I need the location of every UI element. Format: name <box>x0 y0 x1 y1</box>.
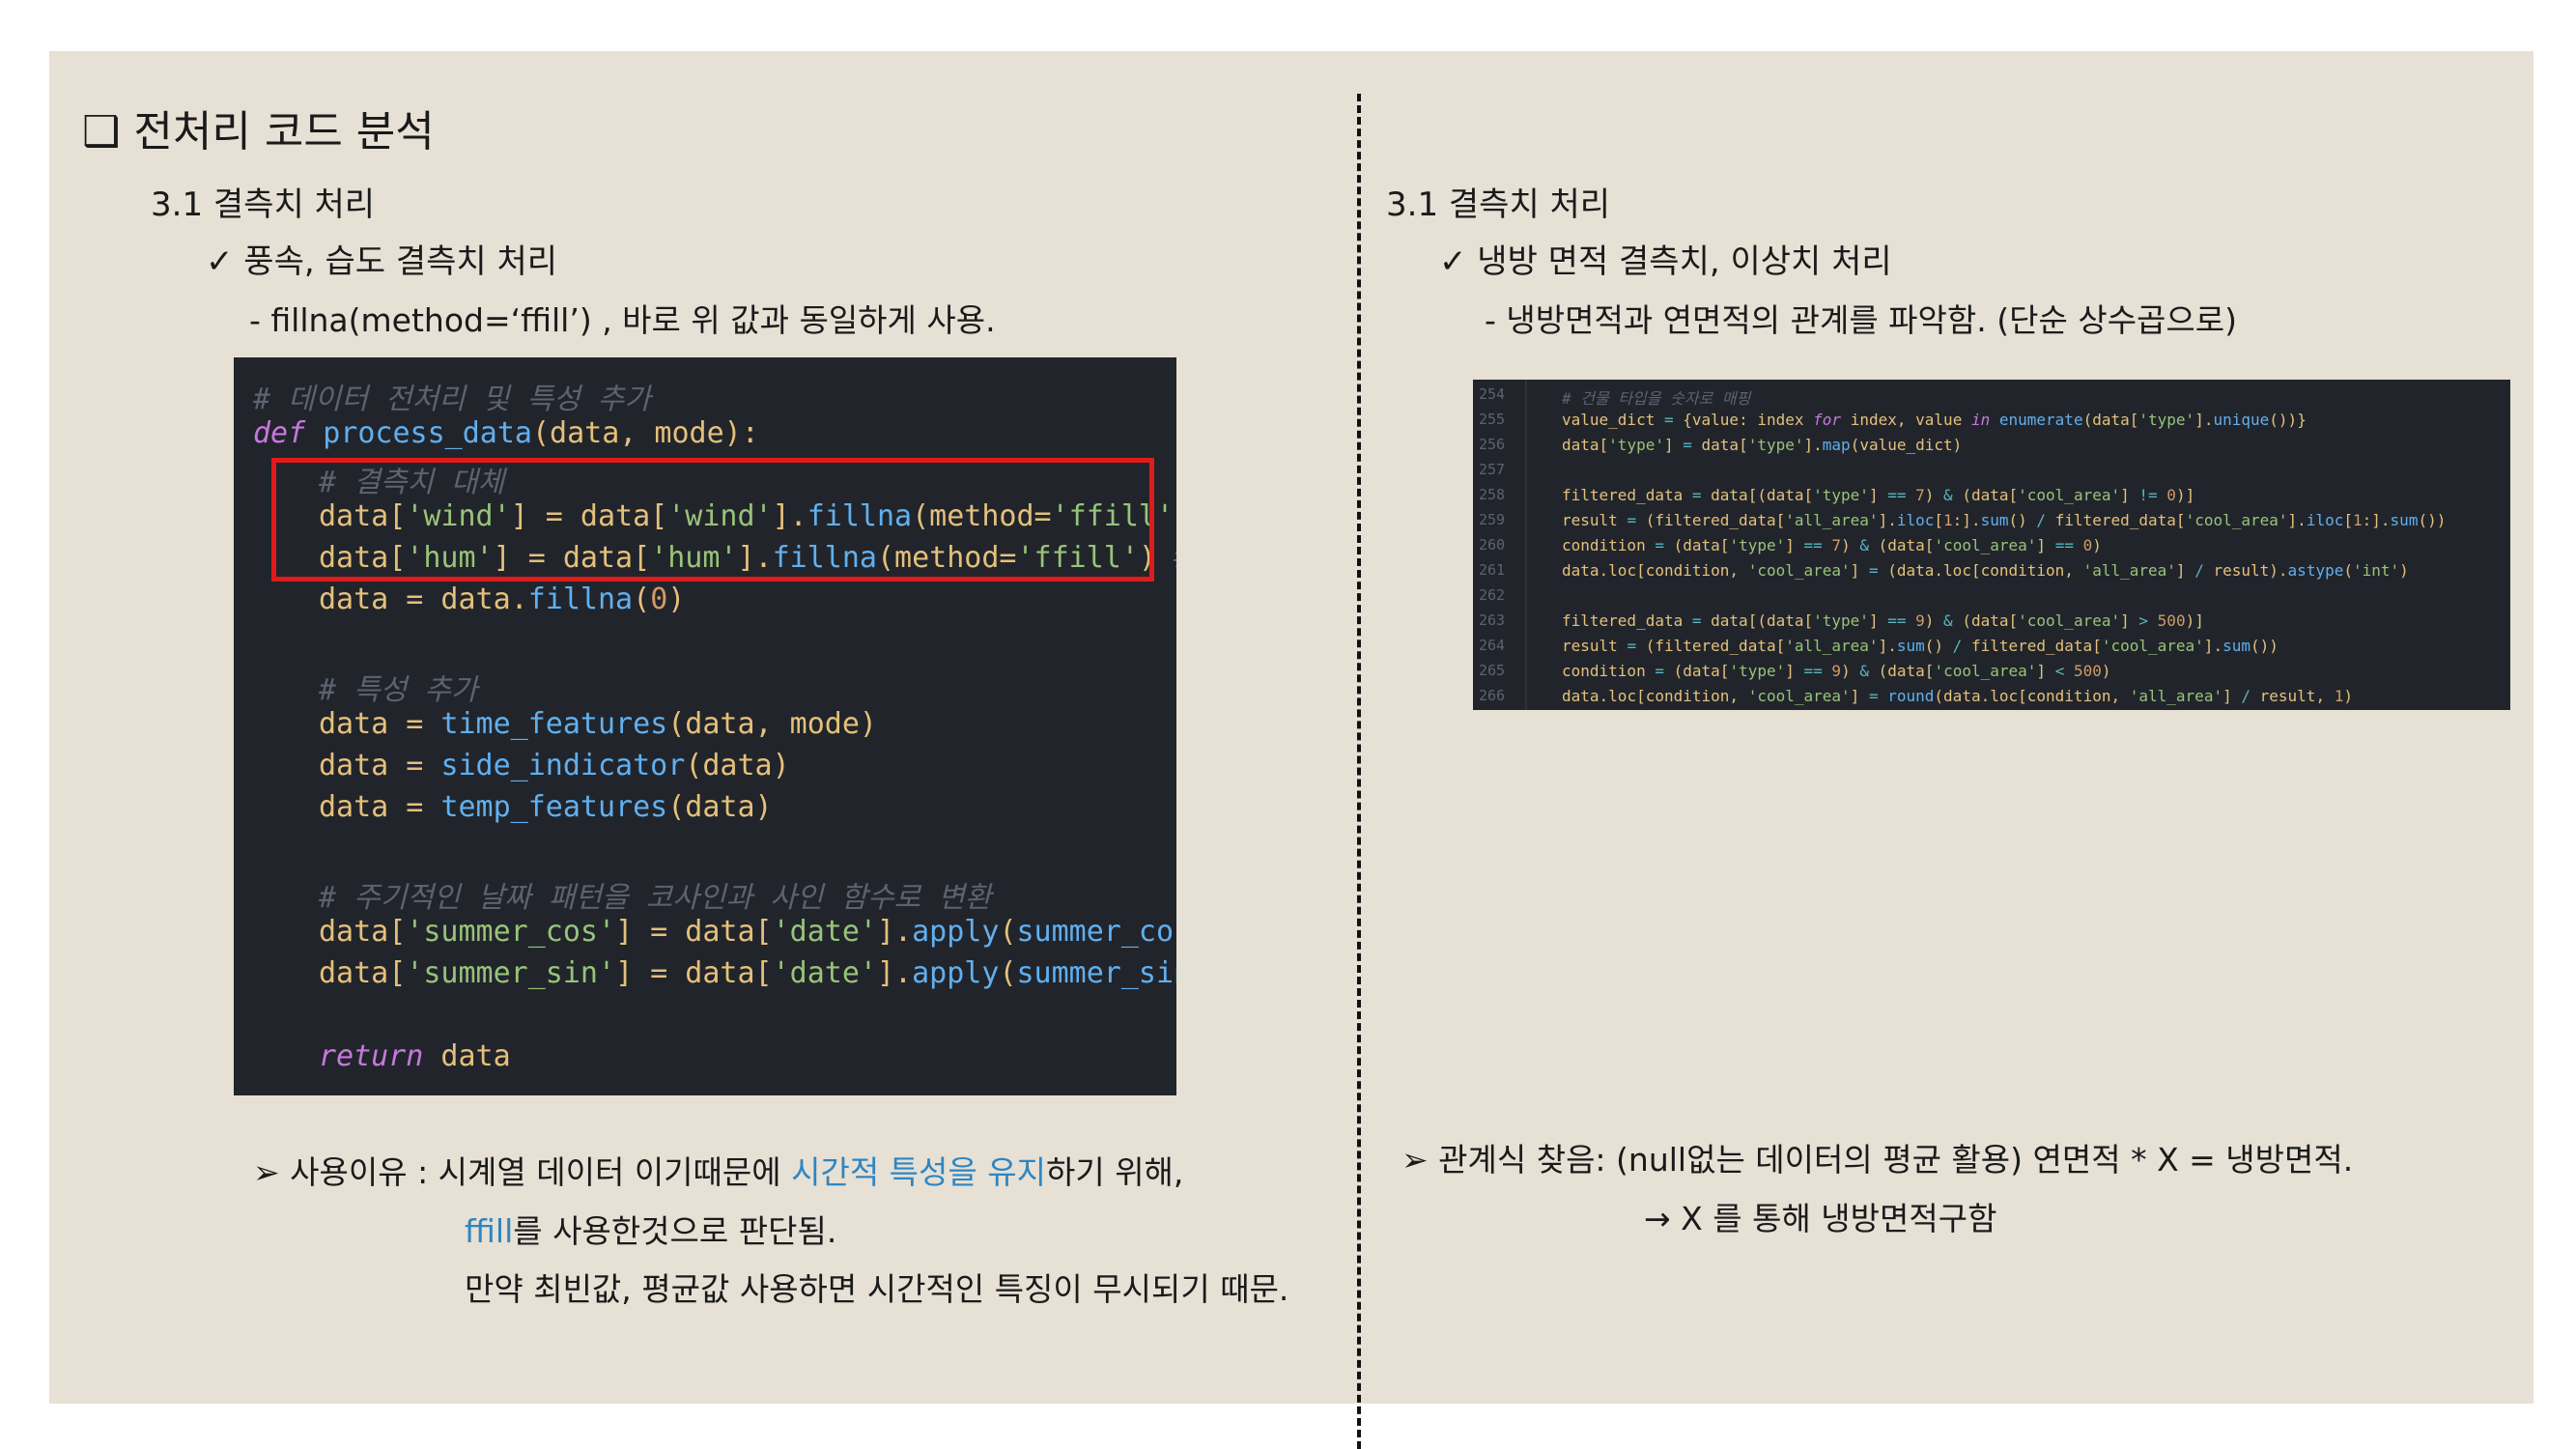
code-text: # 건물 타입을 숫자로 매핑 <box>1562 389 1751 408</box>
left-section-heading: 3.1 결측치 처리 <box>151 185 376 224</box>
line-number: 254 <box>1479 385 1506 403</box>
code-line: data['summer_sin'] = data['date'].apply(… <box>319 956 1176 990</box>
code-text: value_dict = {value: index for index, va… <box>1562 411 2307 429</box>
code-line: # 주기적인 날짜 패턴을 코사인과 사인 함수로 변환 <box>319 881 992 915</box>
left-reason-line-2: ffill를 사용한것으로 판단됨. <box>465 1212 837 1250</box>
left-reason-line-1: ➢ 사용이유 : 시계열 데이터 이기때문에 시간적 특성을 유지하기 위해, <box>253 1153 1184 1191</box>
code-line: data = temp_features(data) <box>319 790 773 824</box>
right-section-heading: 3.1 결측치 처리 <box>1386 185 1611 224</box>
code-line: def process_data(data, mode): <box>253 416 759 450</box>
right-relation-line-2: → X 를 통해 냉방면적구함 <box>1644 1200 1997 1237</box>
line-number: 259 <box>1479 511 1506 528</box>
right-description: - 냉방면적과 연면적의 관계를 파악함. (단순 상수곱으로) <box>1485 301 2238 339</box>
code-line: data = data.fillna(0) <box>319 582 686 616</box>
left-subsection-heading: ✓ 풍속, 습도 결측치 처리 <box>206 242 558 281</box>
line-number: 256 <box>1479 436 1506 453</box>
code-line: # 데이터 전처리 및 특성 추가 <box>253 383 651 416</box>
right-relation-line-1: ➢ 관계식 찾음: (null없는 데이터의 평균 활용) 연면적 * X = … <box>1401 1141 2354 1179</box>
line-number: 261 <box>1479 561 1506 579</box>
line-number: 260 <box>1479 536 1506 554</box>
code-text: filtered_data = data[(data['type'] == 9)… <box>1562 611 2204 630</box>
line-number: 255 <box>1479 411 1506 428</box>
right-code-screenshot: 254 # 건물 타입을 숫자로 매핑 255 value_dict = {value… <box>1473 380 2510 710</box>
code-text: condition = (data['type'] == 9) & (data[… <box>1562 662 2111 680</box>
code-line: data['summer_cos'] = data['date'].apply(… <box>319 915 1176 949</box>
code-line: data = side_indicator(data) <box>319 749 790 782</box>
highlight-box <box>271 458 1154 582</box>
left-description: - fillna(method=‘ffill’) , 바로 위 값과 동일하게 … <box>249 301 996 339</box>
code-text: filtered_data = data[(data['type'] == 7)… <box>1562 486 2195 504</box>
code-text: result = (filtered_data['all_area'].iloc… <box>1562 511 2447 529</box>
code-line: # 특성 추가 <box>319 673 478 707</box>
line-number: 264 <box>1479 637 1506 654</box>
line-number: 266 <box>1479 687 1506 704</box>
page-title: ❑ 전처리 코드 분석 <box>82 107 435 156</box>
line-number: 257 <box>1479 461 1506 478</box>
code-text: data.loc[condition, 'cool_area'] = (data… <box>1562 561 2409 580</box>
left-reason-line-3: 만약 최빈값, 평균값 사용하면 시간적인 특징이 무시되기 때문. <box>465 1270 1289 1308</box>
column-divider <box>1357 94 1361 1449</box>
code-line: data = time_features(data, mode) <box>319 707 877 741</box>
right-subsection-heading: ✓ 냉방 면적 결측치, 이상치 처리 <box>1439 242 1892 281</box>
code-line: return data <box>319 1039 511 1073</box>
code-text: condition = (data['type'] == 7) & (data[… <box>1562 536 2102 554</box>
code-text: data['type'] = data['type'].map(value_di… <box>1562 436 1963 454</box>
line-number: 263 <box>1479 611 1506 629</box>
code-text: data.loc[condition, 'cool_area'] = round… <box>1562 687 2353 705</box>
code-text: result = (filtered_data['all_area'].sum(… <box>1562 637 2279 655</box>
line-number: 258 <box>1479 486 1506 503</box>
line-number: 265 <box>1479 662 1506 679</box>
line-number: 262 <box>1479 586 1506 604</box>
line-number-gutter <box>1525 380 1527 710</box>
